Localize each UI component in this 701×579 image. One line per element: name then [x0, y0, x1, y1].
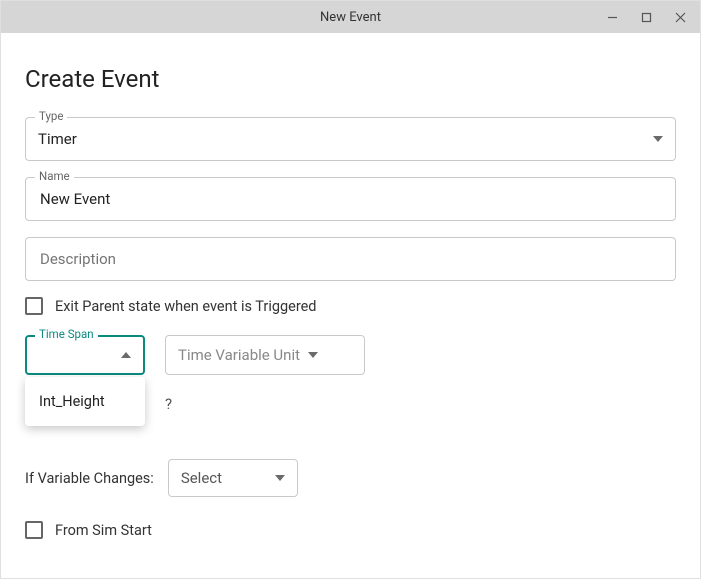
from-sim-start-row: From Sim Start	[25, 521, 676, 539]
maximize-button[interactable]	[630, 1, 662, 33]
time-variable-unit-select[interactable]: Time Variable Unit	[165, 335, 365, 375]
minimize-button[interactable]	[596, 1, 628, 33]
description-input[interactable]	[38, 249, 663, 269]
minimize-icon	[607, 12, 618, 23]
title-bar: New Event	[1, 1, 700, 33]
chevron-down-icon	[308, 352, 318, 358]
maximize-icon	[641, 12, 652, 23]
time-span-label: Time Span	[35, 327, 98, 341]
if-variable-changes-row: If Variable Changes: Select	[25, 459, 676, 497]
description-field[interactable]	[25, 237, 676, 281]
type-value: Timer	[38, 130, 645, 148]
chevron-down-icon	[653, 136, 663, 142]
chevron-up-icon	[121, 352, 131, 358]
name-field[interactable]: Name	[25, 177, 676, 221]
exit-parent-label[interactable]: Exit Parent state when event is Triggere…	[55, 298, 316, 315]
close-icon	[675, 12, 686, 23]
exit-parent-row: Exit Parent state when event is Triggere…	[25, 297, 676, 315]
page-title: Create Event	[25, 65, 676, 93]
chevron-down-icon	[275, 475, 285, 481]
from-sim-start-label[interactable]: From Sim Start	[55, 522, 152, 539]
scroll-area[interactable]: Create Event Type Timer Name	[1, 33, 700, 576]
if-variable-changes-select[interactable]: Select	[168, 459, 298, 497]
time-span-option[interactable]: Int_Height	[25, 383, 145, 420]
exit-parent-checkbox[interactable]	[25, 297, 43, 315]
time-span-dropdown: Int_Height	[25, 377, 145, 426]
time-variable-unit-placeholder: Time Variable Unit	[178, 346, 300, 364]
type-label: Type	[35, 109, 67, 123]
from-sim-start-checkbox[interactable]	[25, 521, 43, 539]
type-field[interactable]: Type Timer	[25, 117, 676, 161]
if-variable-changes-value: Select	[181, 469, 267, 487]
name-input[interactable]	[38, 189, 663, 209]
content: Create Event Type Timer Name	[1, 33, 700, 576]
if-variable-changes-label: If Variable Changes:	[25, 470, 154, 487]
close-button[interactable]	[664, 1, 696, 33]
time-span-select[interactable]: Time Span Int_Height	[25, 335, 145, 375]
name-label: Name	[35, 169, 74, 183]
time-span-row: Time Span Int_Height Time Variable Unit	[25, 335, 676, 375]
window-controls	[596, 1, 696, 33]
